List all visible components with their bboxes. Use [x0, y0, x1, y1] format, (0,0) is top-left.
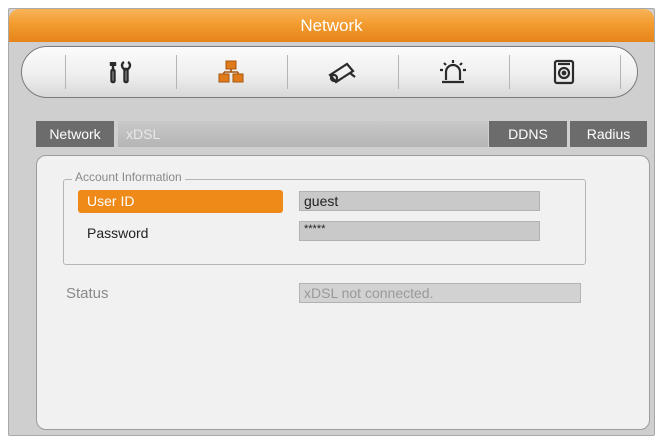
account-information-legend: Account Information — [72, 170, 185, 184]
menu-divider — [398, 55, 399, 89]
camera-icon[interactable] — [324, 57, 360, 87]
tab-network[interactable]: Network — [36, 121, 114, 147]
menu-divider — [509, 55, 510, 89]
network-icon[interactable] — [213, 57, 249, 87]
menu-divider — [65, 55, 66, 89]
menu-divider — [287, 55, 288, 89]
title-bar: Network — [9, 9, 654, 42]
password-label: Password — [87, 225, 149, 241]
storage-icon[interactable] — [546, 57, 582, 87]
menu-divider — [176, 55, 177, 89]
window-title: Network — [300, 16, 363, 35]
user-id-label[interactable]: User ID — [78, 190, 283, 213]
user-id-field[interactable]: guest — [299, 191, 540, 211]
tab-radius[interactable]: Radius — [570, 121, 647, 147]
tools-icon[interactable] — [102, 57, 138, 87]
status-field: xDSL not connected. — [299, 283, 581, 303]
menu-divider — [620, 55, 621, 89]
password-field[interactable]: ***** — [299, 221, 540, 241]
main-menu-bar — [21, 46, 638, 98]
tab-ddns[interactable]: DDNS — [489, 121, 567, 147]
status-label: Status — [66, 285, 109, 302]
tab-xdsl[interactable]: xDSL — [118, 121, 488, 147]
alarm-icon[interactable] — [435, 57, 471, 87]
